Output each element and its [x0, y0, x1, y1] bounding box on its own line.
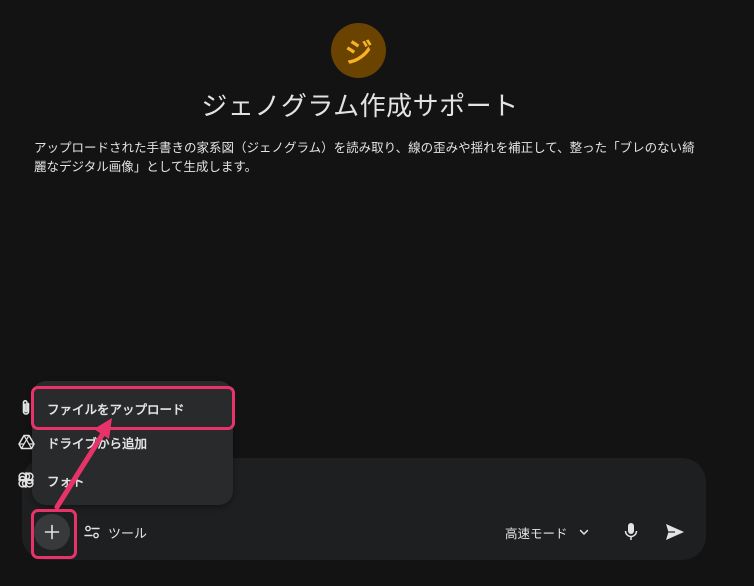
mode-selector[interactable]: 高速モード [505, 520, 590, 544]
tools-label: ツール [108, 526, 148, 542]
app-root: ジ ジェノグラム作成サポート アップロードされた手書きの家系図（ジェノグラム）を… [0, 0, 754, 586]
plus-icon [44, 524, 60, 540]
mode-label: 高速モード [505, 525, 568, 541]
menu-item-upload-file[interactable]: ファイルをアップロード [0, 389, 201, 427]
send-button[interactable] [661, 518, 689, 546]
microphone-button[interactable] [619, 518, 643, 546]
menu-item-drive[interactable]: ドライブから追加 [0, 423, 201, 461]
gem-description: アップロードされた手書きの家系図（ジェノグラム）を読み取り、線の歪みや揺れを補正… [34, 140, 695, 174]
menu-item-label: フォト [47, 473, 85, 489]
menu-item-photos[interactable]: フォト [0, 461, 201, 499]
send-icon [666, 524, 684, 540]
tools-button[interactable]: ツール [84, 520, 147, 544]
paperclip-icon [17, 399, 35, 417]
menu-item-label: ドライブから追加 [47, 435, 148, 451]
tools-icon [84, 524, 100, 540]
menu-item-label: ファイルをアップロード [47, 401, 185, 417]
add-attachment-button[interactable] [34, 514, 70, 550]
microphone-icon [624, 523, 638, 540]
gem-avatar-glyph: ジ [344, 35, 373, 69]
drive-icon [17, 433, 35, 451]
page-title: ジェノグラム作成サポート [201, 92, 519, 122]
gem-avatar: ジ [331, 23, 386, 78]
photos-icon [17, 471, 35, 489]
chevron-down-icon [578, 526, 590, 538]
